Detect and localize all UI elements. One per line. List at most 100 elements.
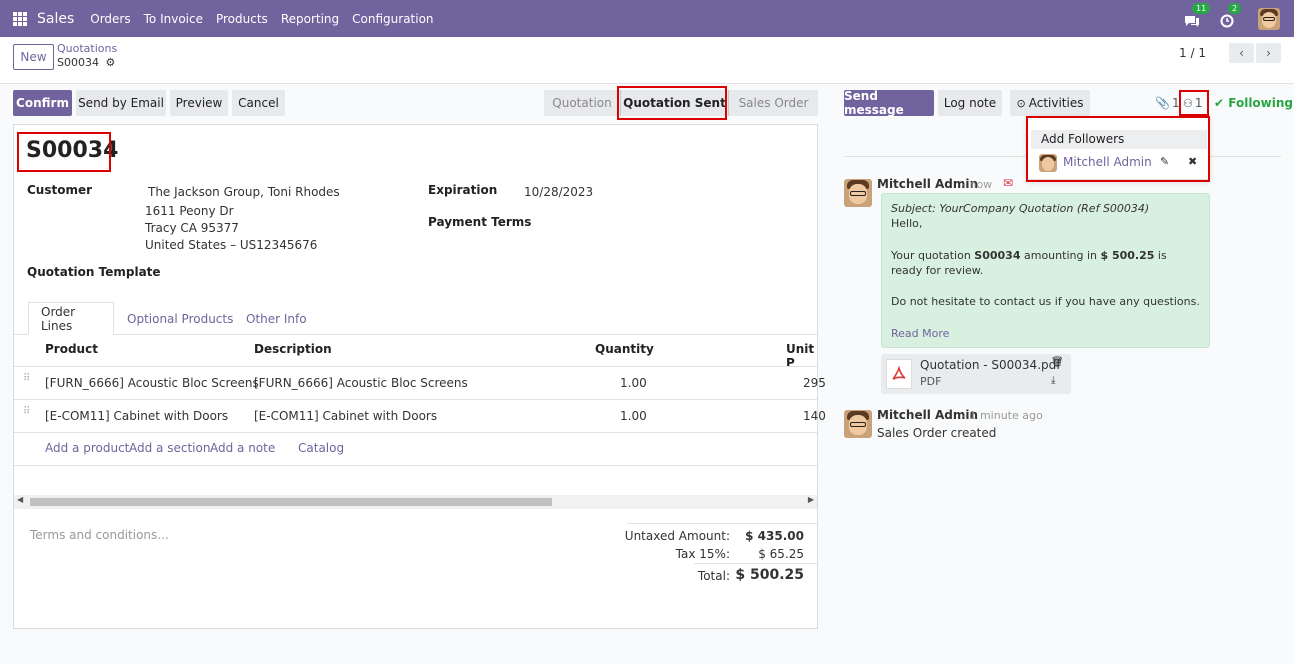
user-avatar[interactable]: [1258, 7, 1280, 30]
add-note-link[interactable]: Add a note: [210, 441, 275, 455]
pager-previous-button[interactable]: ‹: [1229, 43, 1254, 63]
scroll-right-icon[interactable]: ▶: [808, 495, 814, 504]
row-unit-price[interactable]: 140: [803, 409, 826, 423]
row-product[interactable]: [E-COM11] Cabinet with Doors: [45, 409, 228, 423]
catalog-link[interactable]: Catalog: [298, 441, 344, 455]
preview-button[interactable]: Preview: [170, 90, 228, 116]
form-sheet: S00034 Customer The Jackson Group, Toni …: [13, 124, 826, 629]
menu-to-invoice[interactable]: To Invoice: [144, 12, 203, 26]
table-row[interactable]: ⠿ [E-COM11] Cabinet with Doors [E-COM11]…: [14, 399, 826, 432]
send-by-email-button[interactable]: Send by Email: [76, 90, 166, 116]
trash-icon[interactable]: 🗑: [1051, 357, 1064, 368]
row-product[interactable]: [FURN_6666] Acoustic Bloc Screens: [45, 376, 259, 390]
table-row[interactable]: ⠿ [FURN_6666] Acoustic Bloc Screens [FUR…: [14, 366, 826, 399]
attachments-count: 1: [1171, 96, 1180, 110]
tab-optional-products[interactable]: Optional Products: [115, 302, 245, 335]
scroll-left-icon[interactable]: ◀: [17, 495, 23, 504]
follower-name[interactable]: Mitchell Admin: [1063, 155, 1152, 169]
row-description[interactable]: [E-COM11] Cabinet with Doors: [254, 409, 437, 423]
messages-button[interactable]: 11: [1184, 2, 1211, 29]
menu-products[interactable]: Products: [216, 12, 268, 26]
close-icon[interactable]: ✖: [1188, 155, 1197, 168]
message-bubble: Subject: YourCompany Quotation (Ref S000…: [881, 193, 1210, 348]
follower-avatar: [1039, 154, 1057, 172]
clock-icon: [1220, 14, 1234, 27]
row-quantity[interactable]: 1.00: [620, 409, 647, 423]
scrollbar-thumb[interactable]: [30, 498, 552, 506]
terms-and-conditions-field[interactable]: Terms and conditions...: [30, 528, 169, 542]
activities-button[interactable]: 2: [1220, 2, 1244, 29]
message-subject: Subject: YourCompany Quotation (Ref S000…: [891, 202, 1150, 215]
tab-other-info[interactable]: Other Info: [234, 302, 319, 335]
table-bottom-border: [14, 465, 817, 466]
status-quotation-sent[interactable]: Quotation Sent: [620, 90, 728, 116]
totals-divider: [627, 523, 817, 524]
payment-terms-label: Payment Terms: [428, 215, 532, 229]
attachment-type: PDF: [920, 375, 942, 388]
send-message-button[interactable]: Send message: [844, 89, 934, 117]
column-header-description[interactable]: Description: [254, 342, 332, 356]
message-body-a: Your quotation: [891, 249, 975, 262]
pencil-icon[interactable]: ✎: [1160, 155, 1169, 168]
column-header-product[interactable]: Product: [45, 342, 98, 356]
chevron-left-icon: ‹: [1239, 46, 1244, 60]
attachments-button[interactable]: 📎 1: [1155, 96, 1180, 110]
untaxed-amount-value: $ 435.00: [745, 529, 804, 543]
menu-reporting[interactable]: Reporting: [281, 12, 339, 26]
expiration-label: Expiration: [428, 183, 498, 197]
expiration-field[interactable]: 10/28/2023: [524, 185, 593, 199]
customer-field[interactable]: The Jackson Group, Toni Rhodes: [148, 185, 340, 199]
activities-label: Activities: [1028, 96, 1084, 110]
cancel-button[interactable]: Cancel: [232, 90, 285, 116]
drag-handle-icon[interactable]: ⠿: [23, 374, 31, 389]
author-avatar[interactable]: [844, 179, 872, 207]
add-product-link[interactable]: Add a product: [45, 441, 129, 455]
address-line-2: Tracy CA 95377: [145, 221, 239, 235]
download-icon[interactable]: ⤓: [1051, 375, 1055, 386]
horizontal-scrollbar[interactable]: ◀ ▶: [14, 495, 817, 509]
pager-value[interactable]: 1 / 1: [1179, 46, 1206, 60]
following-button[interactable]: ✔ Following: [1214, 96, 1293, 110]
envelope-icon[interactable]: ✉: [1003, 176, 1013, 190]
total-label: Total:: [697, 569, 730, 583]
breadcrumb-quotations[interactable]: Quotations: [57, 42, 117, 55]
add-followers-item[interactable]: Add Followers: [1031, 130, 1207, 149]
author-avatar[interactable]: [844, 410, 872, 438]
row-quantity[interactable]: 1.00: [620, 376, 647, 390]
total-value: $ 500.25: [735, 567, 804, 583]
new-button[interactable]: New: [13, 44, 54, 70]
message-body-ref: S00034: [974, 249, 1021, 262]
app-brand[interactable]: Sales: [37, 11, 74, 27]
message-body-amount: $ 500.25: [1100, 249, 1155, 262]
messages-badge: 11: [1192, 2, 1211, 14]
drag-handle-icon[interactable]: ⠿: [23, 407, 31, 422]
notebook-tabs: Order Lines Optional Products Other Info: [14, 302, 817, 335]
top-navbar: Sales Orders To Invoice Products Reporti…: [0, 0, 1294, 37]
add-section-link[interactable]: Add a section: [129, 441, 210, 455]
gear-icon[interactable]: ⚙: [105, 56, 115, 69]
clock-icon: ⊙: [1016, 96, 1026, 110]
tab-order-lines[interactable]: Order Lines: [28, 302, 114, 335]
address-line-3: United States – US12345676: [145, 238, 318, 252]
followers-button[interactable]: ⚇ 1: [1183, 96, 1203, 110]
menu-configuration[interactable]: Configuration: [352, 12, 433, 26]
apps-menu-icon[interactable]: [13, 11, 27, 26]
message-body: Your quotation S00034 amounting in $ 500…: [891, 248, 1191, 278]
breadcrumb-current: S00034 ⚙: [57, 56, 115, 69]
menu-orders[interactable]: Orders: [90, 12, 130, 26]
row-description[interactable]: [FURN_6666] Acoustic Bloc Screens: [254, 376, 468, 390]
chat-icon: [1185, 15, 1199, 27]
tax-label: Tax 15%:: [675, 547, 730, 561]
log-note-button[interactable]: Log note: [938, 90, 1002, 116]
paperclip-icon: 📎: [1155, 96, 1170, 110]
column-header-quantity[interactable]: Quantity: [595, 342, 654, 356]
row-unit-price[interactable]: 295: [803, 376, 826, 390]
attachment-card[interactable]: Quotation - S00034.pdf PDF 🗑 ⤓: [881, 354, 1071, 394]
check-icon: ✔: [1214, 96, 1225, 110]
status-quotation[interactable]: Quotation: [544, 90, 620, 116]
pager-next-button[interactable]: ›: [1256, 43, 1281, 63]
status-sales-order[interactable]: Sales Order: [728, 90, 818, 116]
activities-button-chatter[interactable]: ⊙ Activities: [1010, 90, 1090, 116]
confirm-button[interactable]: Confirm: [13, 90, 72, 116]
read-more-link[interactable]: Read More: [891, 327, 949, 340]
